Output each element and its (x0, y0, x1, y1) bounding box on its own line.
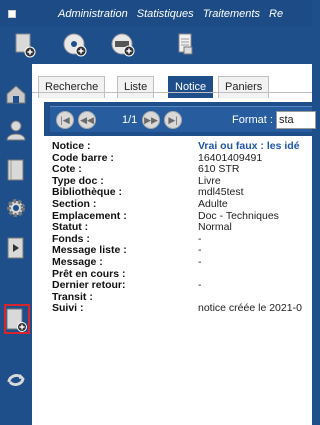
detail-value: Normal (198, 221, 232, 234)
arrow-doc-icon[interactable] (4, 236, 28, 263)
left-sidebar (0, 64, 32, 425)
user-icon[interactable] (4, 118, 28, 145)
detail-label: Notice : (52, 140, 91, 152)
document-icon[interactable] (176, 32, 196, 61)
detail-row-suivi: Suivi : notice créée le 2021-0 (44, 302, 312, 314)
detail-value: - (198, 255, 202, 268)
detail-row-current-loan: Prêt en cours : (44, 268, 312, 280)
main-menu: Administration Statistiques Traitements … (58, 8, 289, 20)
detail-row-status: Statut : Normal (44, 221, 312, 233)
detail-label: Statut : (52, 221, 89, 234)
detail-value-title[interactable]: Vrai ou faux : les idé (198, 140, 300, 152)
detail-label: Transit : (52, 290, 93, 303)
detail-value: mdl45test (198, 186, 244, 199)
refresh-icon[interactable] (4, 368, 28, 395)
detail-value: Adulte (198, 197, 228, 210)
last-record-icon[interactable]: ▶| (164, 111, 182, 129)
detail-row-barcode: Code barre : 16401409491 (44, 152, 312, 164)
home-icon[interactable] (4, 82, 28, 109)
detail-row-notice: Notice : Vrai ou faux : les idé (44, 140, 312, 152)
detail-row-section: Section : Adulte (44, 198, 312, 210)
tab-paniers[interactable]: Paniers (218, 76, 270, 98)
tab-bar: Recherche Liste Notice Paniers (32, 70, 312, 98)
detail-label: Dernier retour: (52, 279, 126, 292)
tab-recherche[interactable]: Recherche (38, 76, 106, 98)
detail-label: Code barre : (52, 151, 114, 164)
detail-label: Message : (52, 255, 103, 268)
menu-item-administration[interactable]: Administration (58, 8, 128, 20)
record-details: Notice : Vrai ou faux : les idé Code barr… (44, 140, 312, 314)
detail-label: Emplacement : (52, 209, 127, 222)
book-icon[interactable] (4, 158, 28, 185)
format-select[interactable]: sta (276, 111, 316, 129)
disc-add-icon[interactable] (62, 32, 88, 61)
detail-row-cote: Cote : 610 STR (44, 163, 312, 175)
detail-row-message-list: Message liste : - (44, 244, 312, 256)
detail-value: - (198, 279, 202, 292)
tab-liste[interactable]: Liste (117, 76, 155, 98)
menu-item-statistiques[interactable]: Statistiques (137, 8, 194, 20)
detail-value: notice créée le 2021-0 (198, 302, 302, 315)
detail-row-transit: Transit : (44, 291, 312, 303)
next-record-icon[interactable]: ▶▶ (142, 111, 160, 129)
detail-row-fonds: Fonds : - (44, 233, 312, 245)
new-record-icon[interactable] (14, 32, 36, 61)
detail-value: 16401409491 (198, 151, 263, 164)
detail-value: Doc - Techniques (198, 209, 279, 222)
menu-item-more[interactable]: Re (269, 8, 283, 20)
detail-label: Prêt en cours : (52, 267, 126, 280)
detail-value: 610 STR (198, 163, 240, 176)
detail-row-message: Message : - (44, 256, 312, 268)
detail-label: Type doc : (52, 174, 104, 187)
detail-label: Fonds : (52, 232, 90, 245)
detail-label: Bibliothèque : (52, 186, 122, 199)
detail-row-library: Bibliothèque : mdl45test (44, 186, 312, 198)
detail-row-type-doc: Type doc : Livre (44, 175, 312, 187)
detail-label: Cote : (52, 163, 82, 176)
menu-item-traitements[interactable]: Traitements (203, 8, 260, 20)
tab-divider (32, 92, 312, 93)
content-panel: Recherche Liste Notice Paniers |◀ ◀◀ 1/1… (32, 64, 316, 425)
tab-notice[interactable]: Notice (168, 76, 214, 98)
detail-value: - (198, 232, 202, 245)
selected-item-frame (4, 304, 30, 334)
toolbar (0, 26, 312, 64)
detail-label: Message liste : (52, 244, 127, 257)
detail-row-last-return: Dernier retour: - (44, 279, 312, 291)
gear-icon[interactable] (4, 196, 28, 223)
format-label: Format : (232, 114, 273, 126)
detail-label: Section : (52, 197, 97, 210)
detail-label: Suivi : (52, 302, 84, 315)
dvd-add-icon[interactable] (110, 32, 136, 61)
menu-checkbox[interactable] (8, 10, 16, 18)
previous-record-icon[interactable]: ◀◀ (78, 111, 96, 129)
detail-value: - (198, 244, 202, 257)
record-count: 1/1 (122, 114, 138, 126)
detail-row-location: Emplacement : Doc - Techniques (44, 210, 312, 222)
navigation-inner: |◀ ◀◀ 1/1 ▶▶ ▶| Format : sta (50, 106, 316, 132)
first-record-icon[interactable]: |◀ (56, 111, 74, 129)
detail-value: Livre (198, 174, 221, 187)
top-menu-bar: Administration Statistiques Traitements … (0, 0, 312, 26)
record-navigation-bar: |◀ ◀◀ 1/1 ▶▶ ▶| Format : sta (44, 102, 316, 136)
